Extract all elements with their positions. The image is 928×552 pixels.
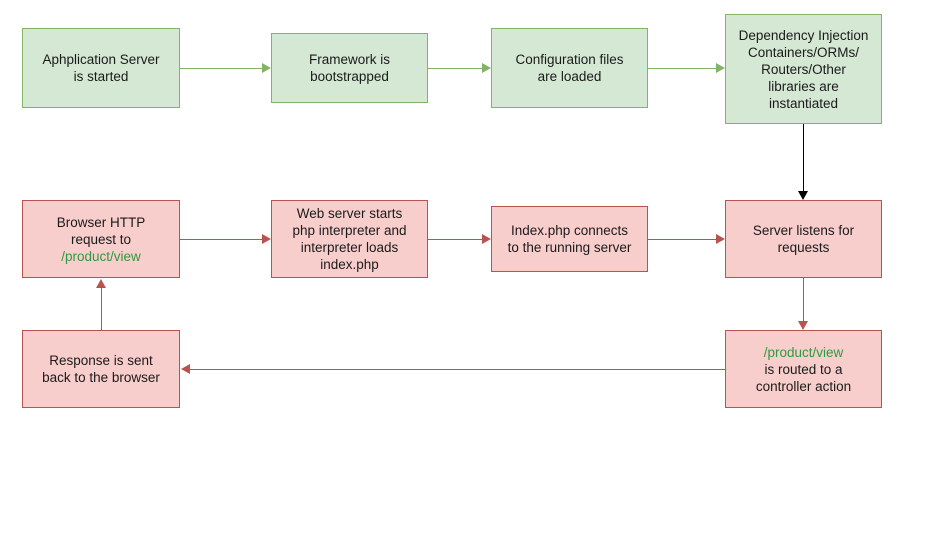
edge-response-to-browser-arrowhead [96, 279, 106, 288]
node-response-sent-back[interactable]: Response is sent back to the browser [22, 330, 180, 408]
edge-response-to-browser [101, 288, 102, 330]
node-text-before: Browser HTTP request to [56, 214, 146, 247]
edge-web-server-to-index-arrowhead [482, 234, 491, 244]
edge-routed-to-response [190, 369, 725, 370]
route-text: /product/view [763, 344, 844, 360]
node-framework-bootstrapped[interactable]: Framework is bootstrapped [271, 33, 428, 103]
node-label: Web server starts php interpreter and in… [292, 206, 407, 272]
node-label: Response is sent back to the browser [42, 353, 160, 385]
edge-framework-to-config-arrowhead [482, 63, 491, 73]
node-web-server-starts-php[interactable]: Web server starts php interpreter and in… [271, 200, 428, 278]
edge-config-to-libraries-arrowhead [716, 63, 725, 73]
edge-routed-to-response-arrowhead [181, 364, 190, 374]
node-libraries-instantiated[interactable]: Dependency Injection Containers/ORMs/ Ro… [725, 14, 882, 124]
node-browser-http-request[interactable]: Browser HTTP request to /product/view [22, 200, 180, 278]
node-label: Aphplication Server is started [42, 52, 160, 84]
edge-index-to-server-listens [648, 239, 716, 240]
edge-index-to-server-listens-arrowhead [716, 234, 725, 244]
node-index-php-connects[interactable]: Index.php connects to the running server [491, 206, 648, 272]
node-text-after: is routed to a controller action [755, 361, 852, 394]
node-label: Index.php connects to the running server [507, 223, 632, 255]
flowchart-canvas: Aphplication Server is started Framework… [0, 0, 928, 552]
node-label: Configuration files are loaded [515, 52, 624, 84]
edge-libraries-to-server-listens [803, 124, 804, 192]
node-app-server-started[interactable]: Aphplication Server is started [22, 28, 180, 108]
edge-browser-to-web-server-arrowhead [262, 234, 271, 244]
node-label: /product/view is routed to a controller … [730, 344, 877, 395]
node-config-files-loaded[interactable]: Configuration files are loaded [491, 28, 648, 108]
node-label: Framework is bootstrapped [308, 52, 390, 84]
edge-app-server-to-framework [180, 68, 262, 69]
edge-server-listens-to-routed-arrowhead [798, 321, 808, 330]
edge-app-server-to-framework-arrowhead [262, 63, 271, 73]
edge-browser-to-web-server [180, 239, 262, 240]
node-routed-to-controller[interactable]: /product/view is routed to a controller … [725, 330, 882, 408]
node-label: Server listens for requests [752, 223, 855, 255]
route-text: /product/view [61, 248, 141, 264]
edge-server-listens-to-routed [803, 278, 804, 321]
node-label: Browser HTTP request to /product/view [27, 214, 175, 265]
edge-config-to-libraries [648, 68, 716, 69]
edge-libraries-to-server-listens-arrowhead [798, 191, 808, 200]
edge-framework-to-config [428, 68, 482, 69]
node-server-listens[interactable]: Server listens for requests [725, 200, 882, 278]
node-label: Dependency Injection Containers/ORMs/ Ro… [738, 27, 869, 111]
edge-web-server-to-index [428, 239, 482, 240]
